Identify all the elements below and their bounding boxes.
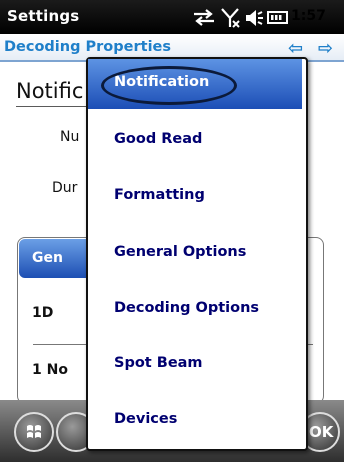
- clock[interactable]: 1:57: [291, 8, 326, 24]
- menu-item-label: Devices: [114, 411, 178, 427]
- page-title: Decoding Properties: [4, 39, 171, 55]
- section-title: Notific: [16, 79, 84, 103]
- menu-item-label: Formatting: [114, 187, 205, 203]
- menu-item-decoding-options[interactable]: Decoding Options: [88, 285, 302, 335]
- menu-item-good-read[interactable]: Good Read: [88, 116, 302, 166]
- menu-item-spot-beam[interactable]: Spot Beam: [88, 340, 302, 390]
- tab-general-label: Gen: [32, 250, 63, 266]
- ok-icon: OK: [309, 423, 334, 441]
- windows-start-button[interactable]: [14, 412, 54, 452]
- arrow-left-icon[interactable]: ⇦: [288, 38, 303, 59]
- arrow-right-icon[interactable]: ⇨: [318, 38, 333, 59]
- field-label-duration: Dur: [52, 180, 78, 196]
- speaker-icon[interactable]: [244, 7, 266, 29]
- menu-item-label: General Options: [114, 244, 247, 260]
- menu-item-label: Decoding Options: [114, 300, 260, 316]
- windows-start-icon: [27, 425, 41, 438]
- field-label-number: Nu: [60, 129, 80, 145]
- list-item[interactable]: 1D: [32, 305, 53, 321]
- sync-arrows-icon[interactable]: [191, 7, 217, 27]
- signal-off-icon[interactable]: [220, 7, 242, 29]
- status-title[interactable]: Settings: [7, 7, 79, 25]
- menu-item-label: Spot Beam: [114, 355, 203, 371]
- menu-item-devices[interactable]: Devices: [88, 396, 302, 446]
- menu-item-label: Good Read: [114, 131, 203, 147]
- menu-item-general-options[interactable]: General Options: [88, 229, 302, 279]
- battery-icon[interactable]: [266, 7, 290, 27]
- focus-ring: [101, 66, 237, 105]
- list-item[interactable]: 1 No: [32, 362, 68, 378]
- menu-item-formatting[interactable]: Formatting: [88, 172, 302, 222]
